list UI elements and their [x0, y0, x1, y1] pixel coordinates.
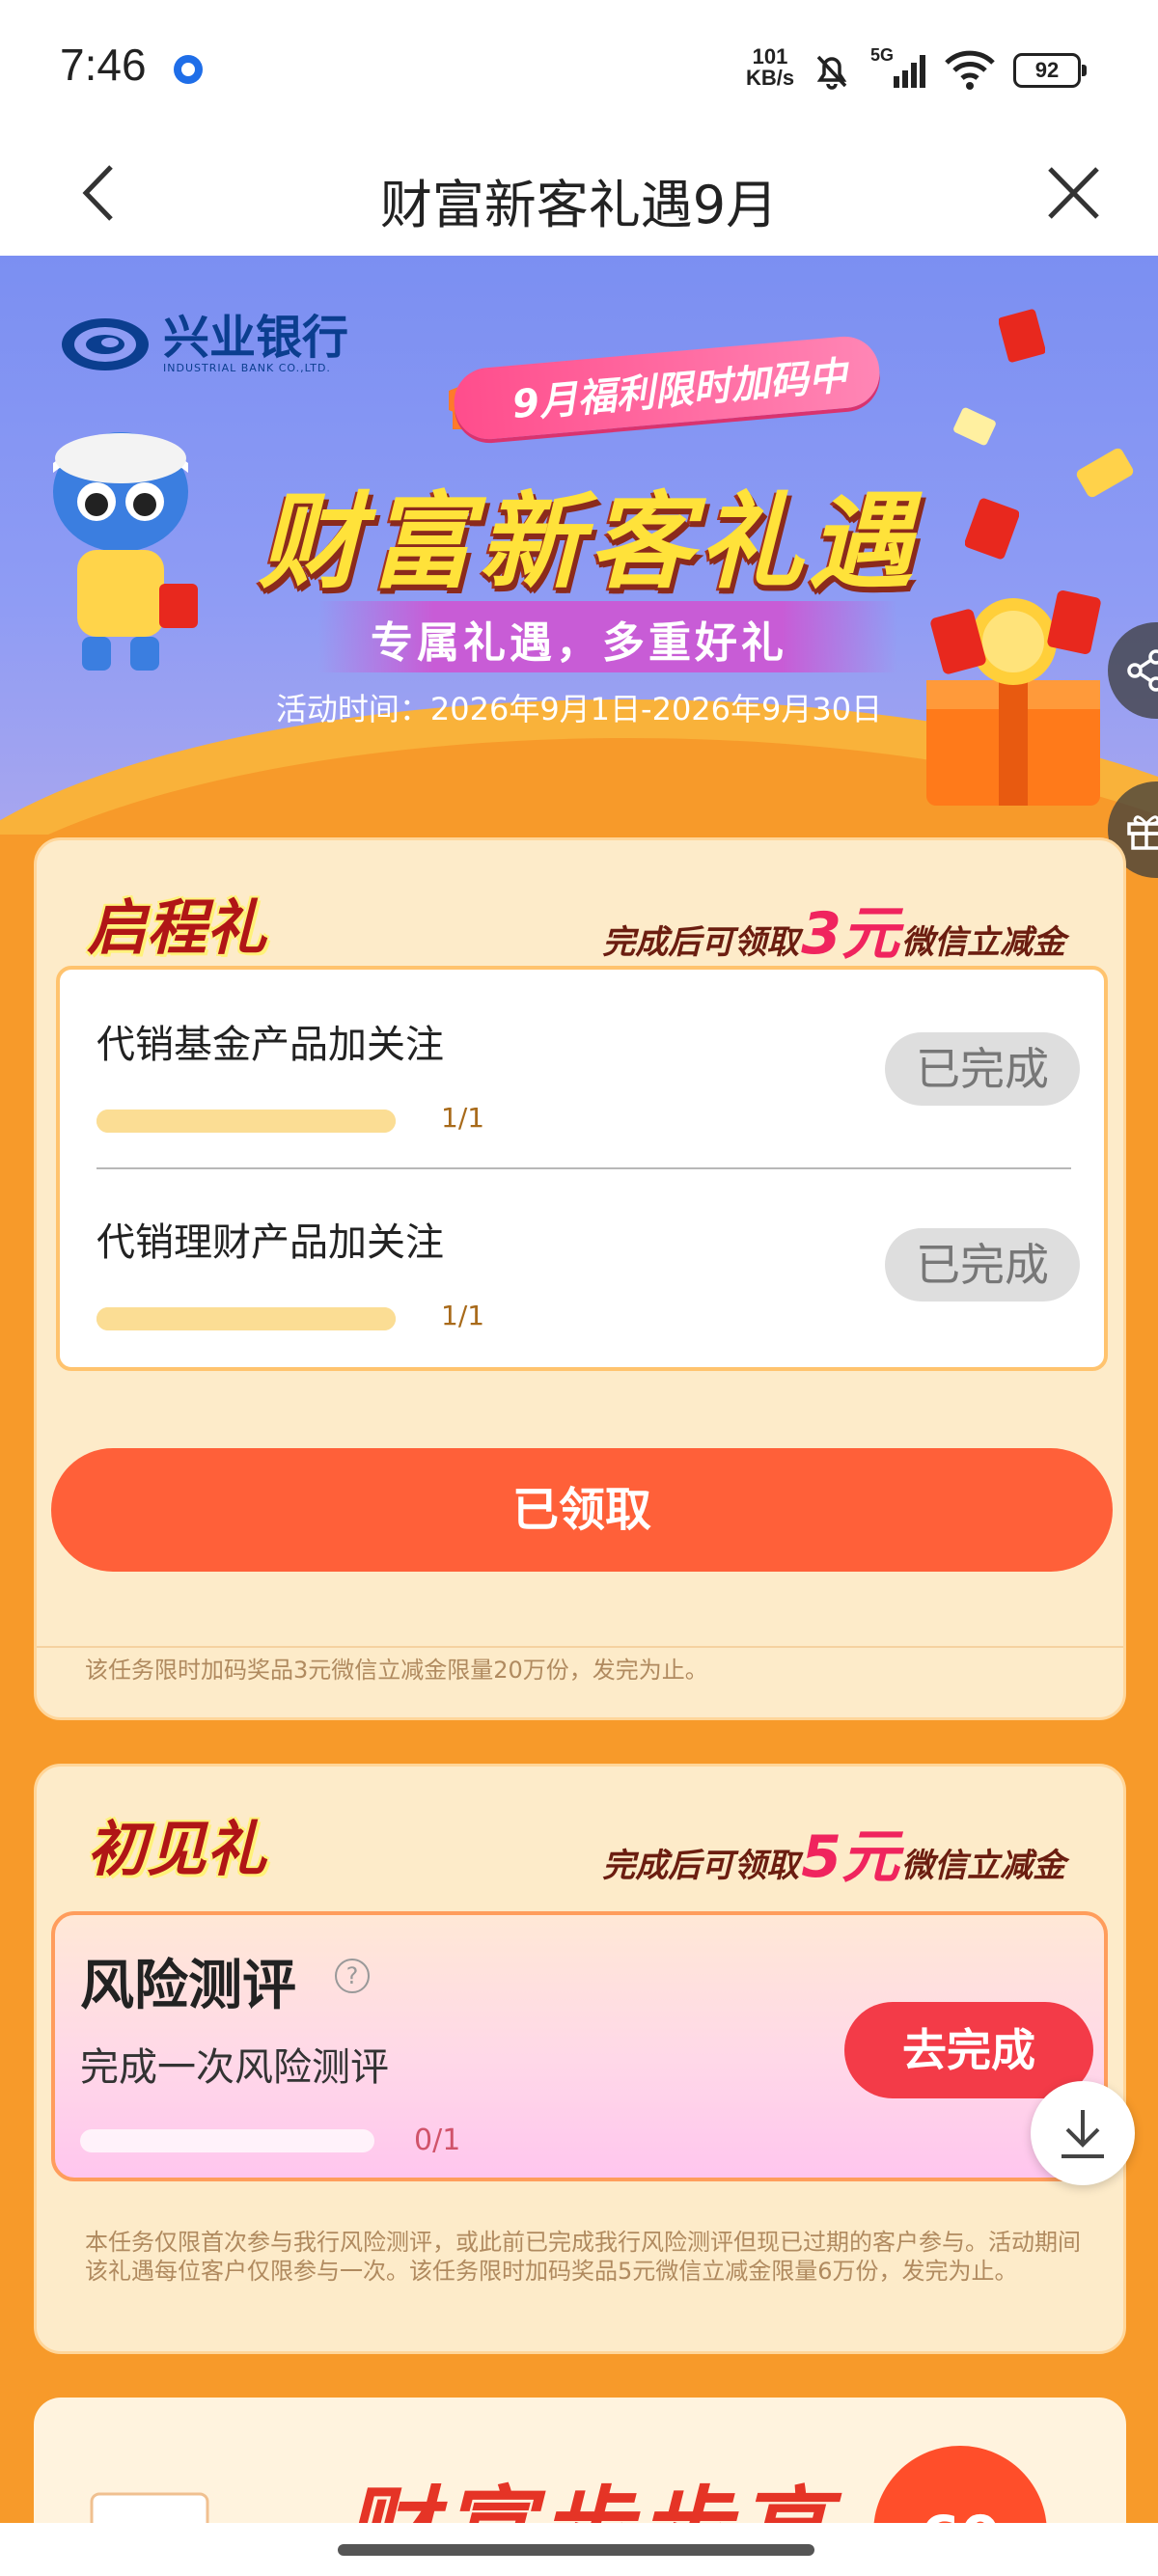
- download-button[interactable]: [1031, 2081, 1135, 2185]
- title-bar: 财富新客礼遇9月: [0, 135, 1158, 256]
- reward-suffix: 微信立减金: [901, 923, 1065, 962]
- completed-badge: 已完成: [885, 1228, 1080, 1302]
- bank-logo-icon: [62, 317, 149, 370]
- progress-bar: [96, 1110, 396, 1133]
- card-note: 本任务仅限首次参与我行风险测评，或此前已完成我行风险测评但现已过期的客户参与。活…: [85, 2229, 1081, 2285]
- promo-badge: 9月福利限时加码中: [451, 333, 883, 443]
- progress-bar: [80, 2129, 374, 2152]
- wifi-icon: [945, 50, 995, 90]
- progress-count: 1/1: [441, 1300, 485, 1331]
- progress-fill: [96, 1110, 396, 1133]
- go-complete-button[interactable]: 去完成: [844, 2002, 1093, 2098]
- bank-logo: 兴业银行 INDUSTRIAL BANK CO.,LTD.: [60, 314, 348, 374]
- divider: [96, 1167, 1071, 1169]
- net-speed-unit: KB/s: [745, 66, 795, 90]
- reward-prefix: 完成后可领取: [602, 1847, 800, 1885]
- mascot-illustration: [53, 432, 198, 671]
- progress-bar: [96, 1307, 396, 1330]
- card-note: 该任务限时加码奖品3元微信立减金限量20万份，发完为止。: [85, 1657, 708, 1684]
- card-title: 初见礼: [87, 1814, 267, 1884]
- task-title: 风险测评: [80, 1955, 296, 2017]
- gift-card-departure: 启程礼 完成后可领取 3元 微信立减金 代销基金产品加关注 1/1 已完成 代销…: [34, 837, 1126, 1720]
- download-arrow-icon: [1062, 2110, 1104, 2158]
- red-envelope-icon: [999, 309, 1045, 363]
- reward-amount: 5元: [801, 1823, 899, 1891]
- gift-box-illustration: [926, 589, 1101, 806]
- battery-icon: 92: [1013, 53, 1087, 88]
- task-name: 代销理财产品加关注: [96, 1220, 444, 1265]
- bank-name-en: INDUSTRIAL BANK CO.,LTD.: [163, 362, 331, 374]
- gesture-bar: [0, 2523, 1158, 2576]
- reward-amount: 3元: [801, 900, 899, 968]
- risk-assessment-task: 风险测评 ? 完成一次风险测评 0/1 去完成: [51, 1911, 1108, 2181]
- progress-count: 0/1: [414, 2124, 461, 2157]
- divider: [37, 1646, 1123, 1648]
- hero-banner: 兴业银行 INDUSTRIAL BANK CO.,LTD. 9月福利限时加码中 …: [0, 256, 1158, 835]
- share-icon: [1127, 649, 1158, 692]
- status-time: 7:46: [60, 40, 147, 90]
- status-bar: 7:46 101 KB/s 5G 92: [0, 0, 1158, 135]
- reward-line: 完成后可领取 5元 微信立减金: [602, 1810, 1065, 1894]
- progress-fill: [96, 1307, 396, 1330]
- gift-card-first-meet: 初见礼 完成后可领取 5元 微信立减金 风险测评 ? 完成一次风险测评 0/1 …: [34, 1764, 1126, 2354]
- bank-name: 兴业银行: [163, 311, 349, 365]
- status-icons: 5G 92: [811, 45, 1087, 95]
- task-name: 代销基金产品加关注: [96, 1023, 444, 1067]
- mute-bell-icon: [816, 55, 847, 90]
- app-notification-icon: [174, 55, 203, 84]
- page-title: 财富新客礼遇9月: [379, 175, 779, 235]
- signal-icon: 5G: [870, 45, 926, 92]
- completed-badge: 已完成: [885, 1032, 1080, 1106]
- close-icon[interactable]: [1042, 159, 1105, 227]
- reward-suffix: 微信立减金: [901, 1847, 1065, 1885]
- net-speed-value: 101: [752, 44, 788, 69]
- help-icon[interactable]: ?: [335, 1959, 370, 1993]
- claimed-button[interactable]: 已领取: [51, 1448, 1113, 1572]
- home-indicator[interactable]: [338, 2544, 814, 2556]
- card-title: 启程礼: [87, 892, 267, 963]
- reward-line: 完成后可领取 3元 微信立减金: [602, 887, 1065, 971]
- reward-prefix: 完成后可领取: [602, 923, 800, 962]
- progress-count: 1/1: [441, 1102, 485, 1134]
- net-speed: 101 KB/s: [741, 46, 799, 89]
- task-description: 完成一次风险测评: [80, 2045, 389, 2090]
- gift-icon: [1127, 815, 1158, 850]
- gold-ticket-icon: [953, 407, 996, 446]
- task-list: 代销基金产品加关注 1/1 已完成 代销理财产品加关注 1/1 已完成: [56, 966, 1108, 1371]
